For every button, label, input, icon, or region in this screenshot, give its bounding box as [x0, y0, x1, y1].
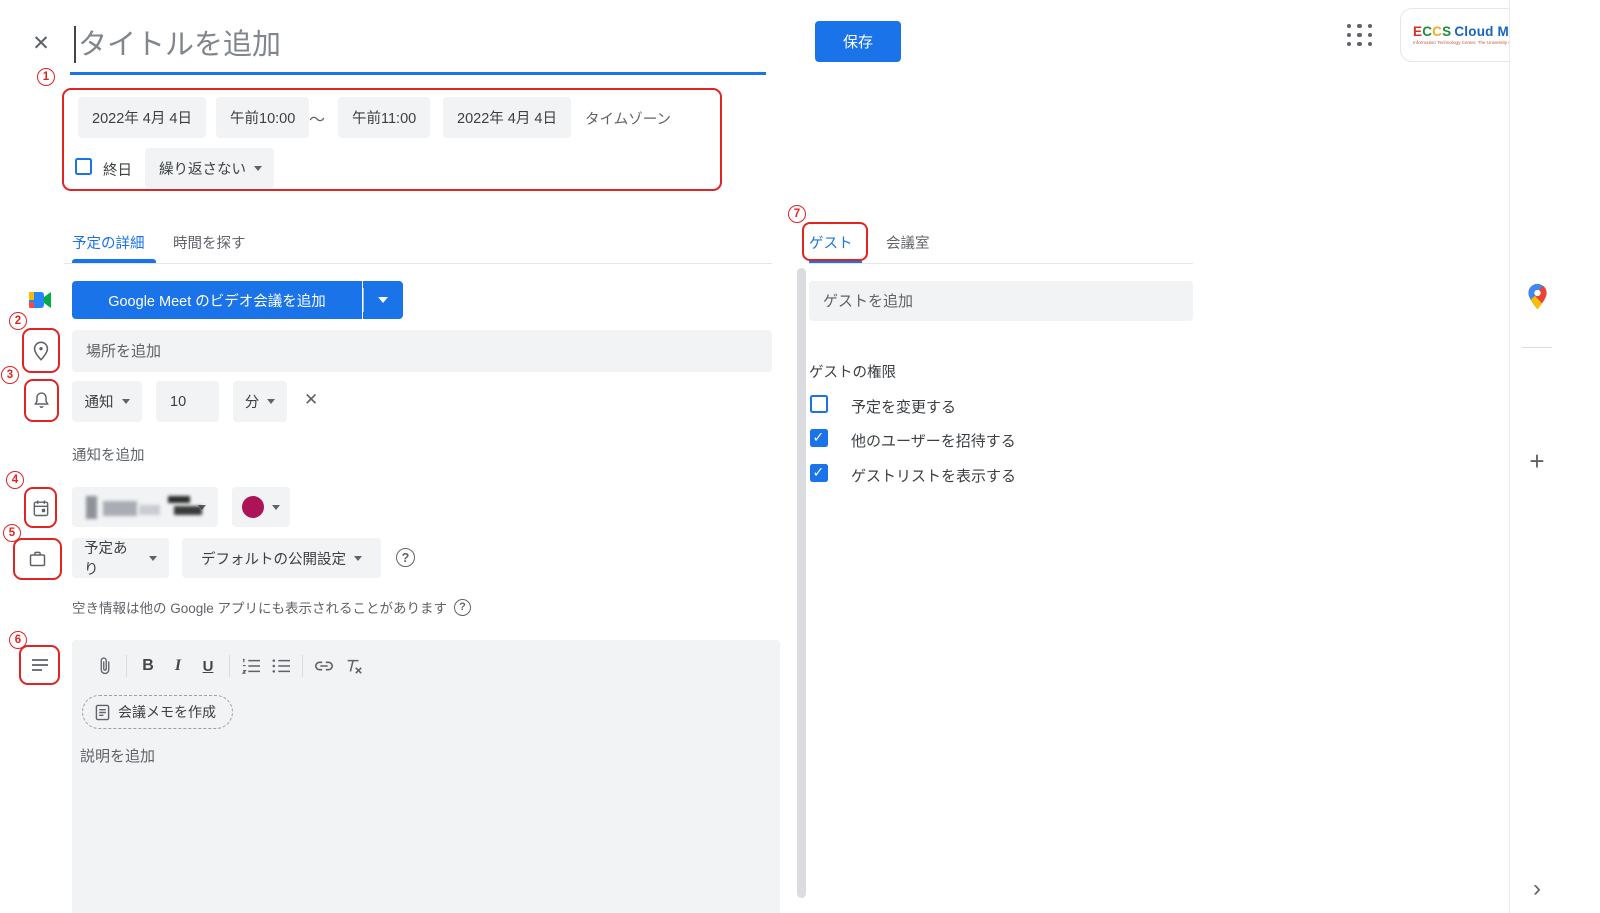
start-date-button[interactable]: 2022年 4月 4日: [78, 97, 206, 138]
notification-type-dropdown[interactable]: 通知: [72, 381, 142, 422]
meet-options-dropdown[interactable]: [363, 281, 403, 319]
google-maps-icon[interactable]: [1527, 283, 1548, 316]
all-day-label: 終日: [103, 159, 132, 180]
clear-formatting-icon[interactable]: [339, 651, 369, 681]
redacted-calendar-name: [86, 496, 97, 519]
redacted-calendar-name: [174, 506, 202, 515]
permission-checkbox-modify[interactable]: [810, 395, 828, 413]
time-range-separator: ～: [309, 106, 325, 130]
tabs-divider: [64, 263, 772, 264]
description-placeholder[interactable]: 説明を追加: [80, 745, 155, 766]
guest-permissions-title: ゲストの権限: [809, 361, 896, 382]
annotation-6: 6: [9, 631, 27, 649]
add-meet-button[interactable]: Google Meet のビデオ会議を追加: [72, 281, 362, 319]
add-guests-input[interactable]: [809, 281, 1193, 321]
chevron-down-icon: [254, 166, 262, 171]
description-toolbar: B I U: [90, 651, 369, 681]
remove-notification-icon[interactable]: ✕: [304, 390, 318, 410]
help-icon[interactable]: ?: [454, 599, 471, 616]
bold-button[interactable]: B: [133, 651, 163, 681]
end-time-button[interactable]: 午前11:00: [338, 97, 430, 138]
close-icon[interactable]: ✕: [26, 28, 56, 58]
underline-button[interactable]: U: [193, 651, 223, 681]
help-icon[interactable]: ?: [396, 548, 415, 567]
notification-minutes-input[interactable]: [156, 381, 219, 422]
google-meet-icon: [28, 288, 54, 312]
description-lines-icon: [28, 653, 52, 677]
annotation-3: 3: [1, 366, 19, 384]
tabs-divider: [809, 263, 1193, 264]
document-icon: [95, 704, 110, 721]
annotation-1: 1: [37, 68, 55, 86]
briefcase-icon: [25, 546, 50, 571]
event-editor-page: ✕ 保存 ECCSCloud Mail Information Technolo…: [0, 0, 1600, 913]
permission-label: 予定を変更する: [851, 396, 956, 417]
availability-info: 空き情報は他の Google アプリにも表示されることがあります ?: [72, 597, 471, 617]
permission-checkbox-see-list[interactable]: [810, 464, 828, 482]
busy-status-dropdown[interactable]: 予定あり: [72, 538, 169, 578]
rail-divider: [1522, 347, 1552, 348]
permission-label: ゲストリストを表示する: [851, 465, 1016, 486]
chevron-down-icon: [272, 505, 280, 510]
location-input[interactable]: [72, 330, 772, 372]
save-button[interactable]: 保存: [815, 21, 901, 62]
chevron-down-icon: [267, 399, 275, 404]
numbered-list-icon[interactable]: [236, 651, 266, 681]
redacted-calendar-name: [168, 496, 190, 503]
link-icon[interactable]: [309, 651, 339, 681]
title-underline: [70, 72, 766, 75]
redacted-calendar-name: [103, 501, 137, 516]
calendar-icon: [28, 495, 53, 520]
annotation-4: 4: [6, 471, 24, 489]
tab-rooms[interactable]: 会議室: [886, 232, 930, 253]
bell-icon: [29, 388, 54, 413]
notification-unit-dropdown[interactable]: 分: [233, 381, 287, 422]
annotation-7: 7: [788, 205, 806, 223]
toolbar-divider: [302, 655, 303, 677]
tab-guests[interactable]: ゲスト: [809, 232, 853, 253]
add-notification-link[interactable]: 通知を追加: [72, 444, 145, 465]
vertical-scrollbar[interactable]: [797, 268, 806, 898]
toolbar-divider: [126, 655, 127, 677]
title-input[interactable]: [78, 22, 758, 68]
all-day-checkbox[interactable]: [75, 158, 92, 175]
start-time-button[interactable]: 午前10:00: [216, 97, 309, 138]
location-pin-icon: [28, 338, 54, 364]
annotation-5: 5: [3, 524, 21, 542]
event-color-dropdown[interactable]: [232, 487, 290, 527]
timezone-button[interactable]: タイムゾーン: [585, 108, 671, 129]
permission-checkbox-invite[interactable]: [810, 429, 828, 447]
visibility-dropdown[interactable]: デフォルトの公開設定: [182, 538, 381, 578]
attachment-icon[interactable]: [90, 651, 120, 681]
recurrence-dropdown[interactable]: 繰り返さない: [145, 148, 274, 188]
permission-label: 他のユーザーを招待する: [851, 430, 1016, 451]
create-meeting-notes-button[interactable]: 会議メモを作成: [82, 695, 233, 729]
active-tab-underline: [72, 259, 156, 263]
active-tab-underline: [809, 259, 862, 263]
apps-grid-icon[interactable]: [1347, 24, 1373, 48]
chevron-down-icon: [122, 399, 130, 404]
add-addon-icon[interactable]: +: [1524, 448, 1550, 474]
redacted-calendar-name: [139, 505, 160, 515]
text-caret: [74, 26, 76, 63]
end-date-button[interactable]: 2022年 4月 4日: [443, 97, 571, 138]
chevron-down-icon: [378, 297, 388, 303]
tab-find-time[interactable]: 時間を探す: [173, 232, 246, 253]
event-color-swatch: [242, 496, 264, 518]
side-panel-rail: [1509, 0, 1600, 913]
collapse-panel-chevron-icon[interactable]: ›: [1526, 876, 1548, 902]
italic-button[interactable]: I: [163, 651, 193, 681]
tab-event-details[interactable]: 予定の詳細: [72, 232, 145, 253]
bulleted-list-icon[interactable]: [266, 651, 296, 681]
annotation-2: 2: [9, 312, 27, 330]
chevron-down-icon: [354, 556, 362, 561]
toolbar-divider: [229, 655, 230, 677]
chevron-down-icon: [149, 556, 157, 561]
